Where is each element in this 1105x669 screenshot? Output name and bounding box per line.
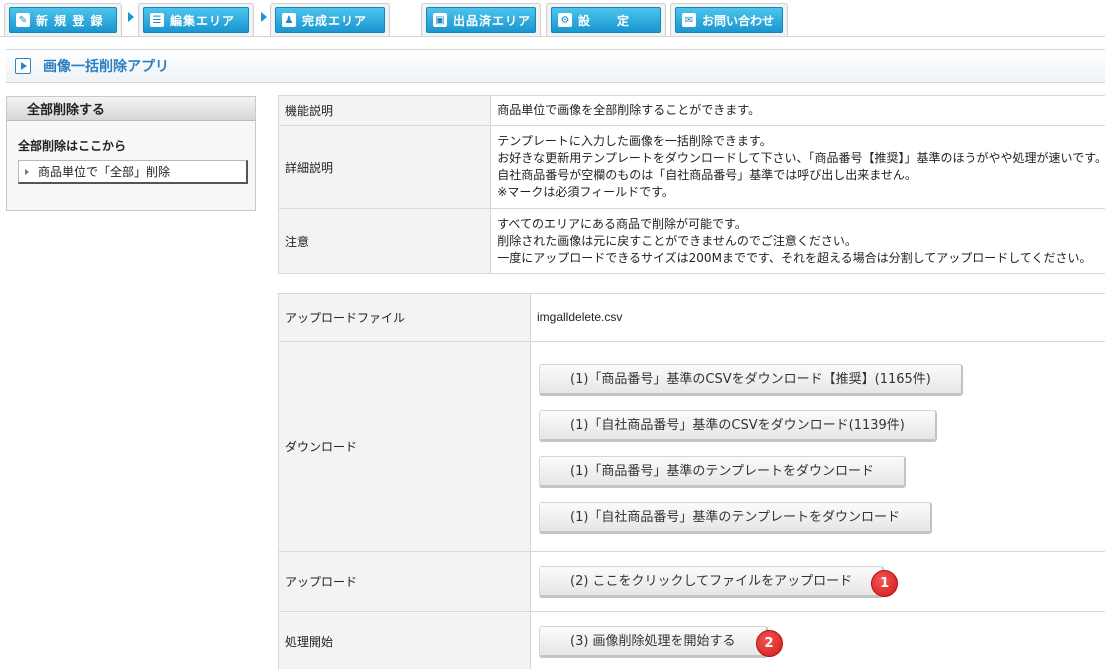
sidebar-panel: 全部削除する 全部削除はここから 商品単位で「全部」削除 <box>6 96 256 211</box>
chat-icon: ✉ <box>682 13 696 27</box>
sidebar-header: 全部削除する <box>7 97 255 121</box>
tab-completed-area[interactable]: ♟ 完成エリア <box>270 3 390 36</box>
sidebar-subheading: 全部削除はここから <box>18 139 127 153</box>
start-label: 処理開始 <box>278 611 531 669</box>
list-icon: ☰ <box>150 13 164 27</box>
row-label: 詳細説明 <box>277 125 492 209</box>
tab-label: 出品済エリア <box>453 13 532 28</box>
upload-form-table: アップロードファイル imgalldelete.csv ダウンロード (1)「商… <box>278 293 1105 669</box>
upload-file-button[interactable]: (2) ここをクリックしてファイルをアップロード <box>539 565 885 598</box>
description-line: ※マークは必須フィールドです。 <box>497 185 674 199</box>
tab-new-registration[interactable]: ✎ 新 規 登 録 <box>4 3 122 36</box>
tab-label: お問い合わせ <box>702 13 775 28</box>
description-line: 削除された画像は元に戻すことができませんのでご注意ください。 <box>497 233 857 248</box>
box-icon: ▣ <box>433 13 447 27</box>
tab-listed-area[interactable]: ▣ 出品済エリア <box>421 3 541 36</box>
download-csv-product-number-button[interactable]: (1)「商品番号」基準のCSVをダウンロード【推奨】(1165件) <box>539 363 963 396</box>
page-title-bar: 画像一括削除アプリ <box>6 49 1105 83</box>
top-tab-bar: ✎ 新 規 登 録 ☰ 編集エリア ♟ 完成エリア ▣ 出品済エリア ⚙ 設 定… <box>0 0 1105 38</box>
play-icon <box>15 58 31 74</box>
table-row: 注意 すべてのエリアにある商品で削除が可能です。 削除された画像は元に戻すことが… <box>277 208 1105 274</box>
info-table: 機能説明 商品単位で画像を全部削除することができます。 詳細説明 テンプレートに… <box>277 95 1105 274</box>
tab-label: 新 規 登 録 <box>36 13 104 28</box>
tab-contact[interactable]: ✉ お問い合わせ <box>670 3 788 36</box>
start-delete-process-button[interactable]: (3) 画像削除処理を開始する <box>539 625 768 658</box>
download-template-own-product-number-button[interactable]: (1)「自社商品番号」基準のテンプレートをダウンロード <box>539 501 933 534</box>
row-label: 注意 <box>277 208 492 274</box>
upload-label: アップロード <box>278 551 531 612</box>
description-line: 商品単位で画像を全部削除することができます。 <box>497 103 761 117</box>
start-cell: (3) 画像削除処理を開始する 2 <box>530 611 1105 669</box>
sidebar-item-label: 商品単位で「全部」削除 <box>38 165 171 179</box>
download-cell: (1)「商品番号」基準のCSVをダウンロード【推奨】(1165件) (1)「自社… <box>530 341 1105 552</box>
upload-file-name: imgalldelete.csv <box>530 293 1105 342</box>
table-row: 詳細説明 テンプレートに入力した画像を一括削除できます。 お好きな更新用テンプレ… <box>277 125 1105 209</box>
page-title: 画像一括削除アプリ <box>43 59 169 75</box>
tab-settings[interactable]: ⚙ 設 定 <box>546 3 666 36</box>
tab-label: 設 定 <box>578 13 631 28</box>
row-value: 商品単位で画像を全部削除することができます。 <box>490 95 1105 126</box>
sidebar-item-delete-all-by-product[interactable]: 商品単位で「全部」削除 <box>18 160 248 184</box>
pencil-icon: ✎ <box>16 13 30 27</box>
upload-cell: (2) ここをクリックしてファイルをアップロード 1 <box>530 551 1105 612</box>
download-csv-own-product-number-button[interactable]: (1)「自社商品番号」基準のCSVをダウンロード(1139件) <box>539 409 937 442</box>
table-row: 機能説明 商品単位で画像を全部削除することができます。 <box>277 95 1105 126</box>
row-value: すべてのエリアにある商品で削除が可能です。 削除された画像は元に戻すことができま… <box>490 208 1105 274</box>
step-badge-2: 2 <box>755 629 783 657</box>
tab-edit-area[interactable]: ☰ 編集エリア <box>138 3 254 36</box>
table-row: アップロード (2) ここをクリックしてファイルをアップロード 1 <box>278 551 1105 612</box>
people-icon: ♟ <box>282 13 296 27</box>
tab-label: 編集エリア <box>170 13 236 28</box>
tab-bar-divider <box>0 36 1105 37</box>
step-badge-1: 1 <box>871 569 899 597</box>
table-row: アップロードファイル imgalldelete.csv <box>278 293 1105 342</box>
description-line: すべてのエリアにある商品で削除が可能です。 <box>497 216 747 231</box>
arrow-right-icon <box>128 12 134 22</box>
table-row: ダウンロード (1)「商品番号」基準のCSVをダウンロード【推奨】(1165件)… <box>278 341 1105 552</box>
tab-label: 完成エリア <box>302 13 368 28</box>
triangle-right-icon <box>25 168 29 175</box>
description-line: 一度にアップロードできるサイズは200Mまでです、それを超える場合は分割してアッ… <box>497 250 1092 265</box>
arrow-right-icon <box>261 12 267 22</box>
download-template-product-number-button[interactable]: (1)「商品番号」基準のテンプレートをダウンロード <box>539 455 907 488</box>
gear-icon: ⚙ <box>558 13 572 27</box>
row-label: 機能説明 <box>277 95 492 126</box>
description-line: テンプレートに入力した画像を一括削除できます。 <box>497 134 772 148</box>
description-line: 自社商品番号が空欄のものは「自社商品番号」基準では呼び出し出来ません。 <box>497 168 917 182</box>
table-row: 処理開始 (3) 画像削除処理を開始する 2 <box>278 611 1105 669</box>
file-label: アップロードファイル <box>278 293 531 342</box>
description-line: お好きな更新用テンプレートをダウンロードして下さい、「商品番号【推奨】」基準のほ… <box>497 151 1105 165</box>
download-label: ダウンロード <box>278 341 531 552</box>
row-value: テンプレートに入力した画像を一括削除できます。 お好きな更新用テンプレートをダウ… <box>490 125 1105 209</box>
